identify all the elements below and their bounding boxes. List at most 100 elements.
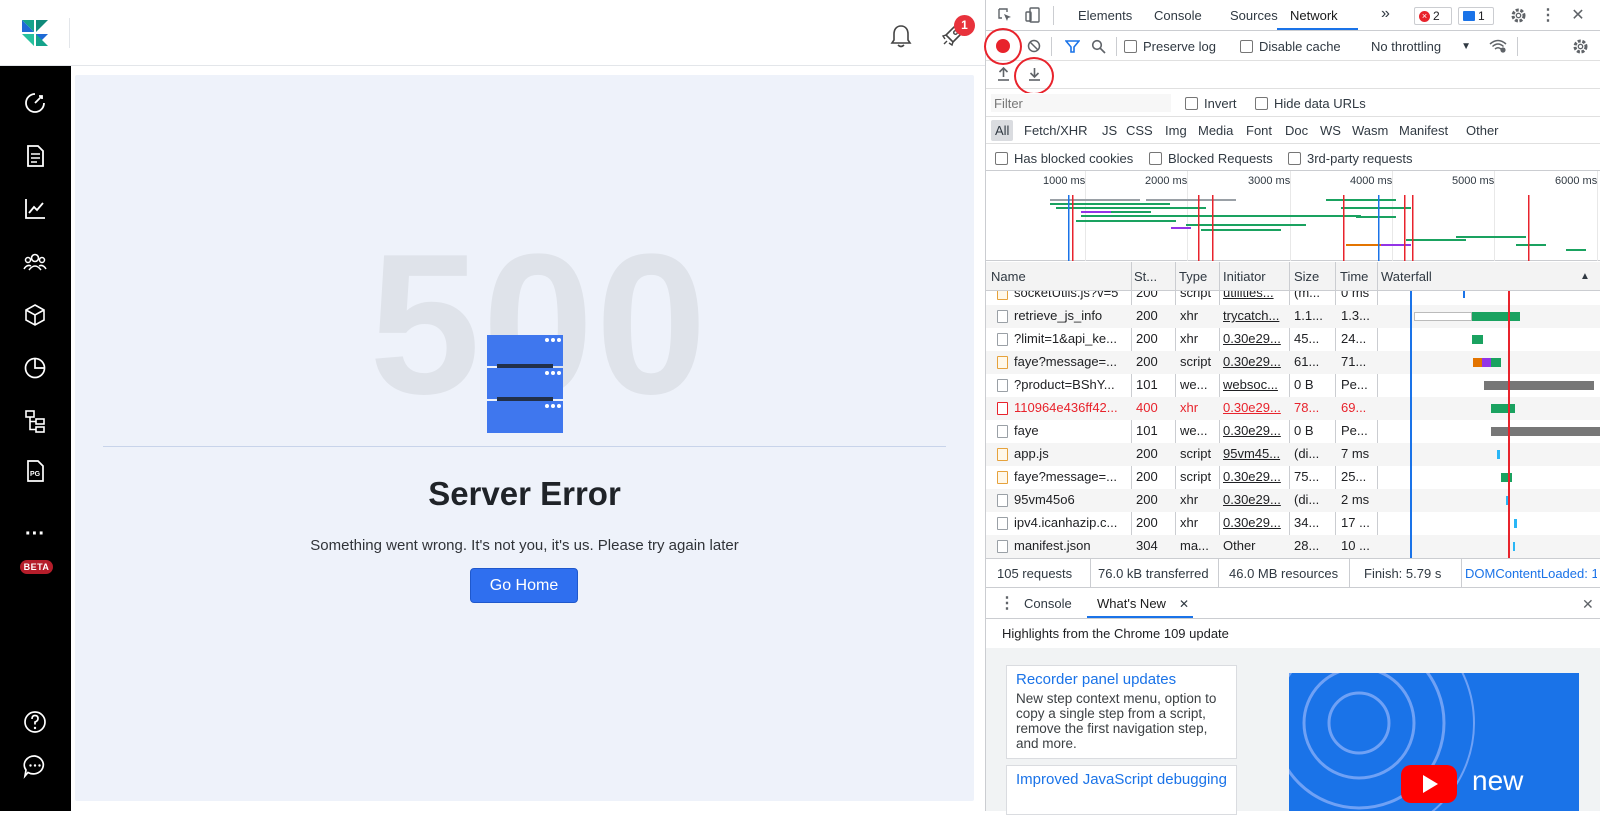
youtube-play-icon[interactable] <box>1401 765 1457 803</box>
preserve-log-checkbox[interactable]: Preserve log <box>1124 39 1216 54</box>
beta-badge: BETA <box>20 560 53 574</box>
type-filter-manifest[interactable]: Manifest <box>1399 123 1448 138</box>
blocked-requests-checkbox[interactable]: Blocked Requests <box>1149 151 1273 166</box>
overview-bars <box>1050 195 1586 261</box>
column-header-name[interactable]: Name <box>991 269 1026 284</box>
card-title[interactable]: Recorder panel updates <box>1016 671 1227 688</box>
request-initiator[interactable]: 0.30e29... <box>1223 354 1285 369</box>
kebab-menu-icon[interactable]: ⋮ <box>1539 6 1557 24</box>
tab-sources[interactable]: Sources <box>1230 8 1278 23</box>
divider <box>103 446 946 447</box>
tab-console[interactable]: Console <box>1154 8 1202 23</box>
disable-cache-checkbox[interactable]: Disable cache <box>1240 39 1341 54</box>
network-overview-timeline[interactable]: 1000 ms 2000 ms 3000 ms 4000 ms 5000 ms … <box>986 171 1600 261</box>
drawer-tab-console[interactable]: Console <box>1024 596 1072 611</box>
throttling-select[interactable]: No throttling ▼ <box>1371 39 1471 54</box>
request-initiator[interactable]: utilities... <box>1223 291 1285 300</box>
request-initiator[interactable]: trycatch... <box>1223 308 1285 323</box>
clear-icon[interactable] <box>1026 38 1042 54</box>
whats-new-card[interactable]: Recorder panel updates New step context … <box>1006 665 1237 759</box>
sort-ascending-icon[interactable]: ▲ <box>1580 271 1590 282</box>
device-toolbar-icon[interactable] <box>1024 6 1042 24</box>
notification-badge: 1 <box>954 15 975 36</box>
type-filter-all[interactable]: All <box>991 120 1014 141</box>
request-type: ma... <box>1180 538 1209 553</box>
type-filter-doc[interactable]: Doc <box>1285 123 1308 138</box>
pie-chart-icon[interactable] <box>20 353 50 383</box>
dashboard-icon[interactable] <box>20 88 50 118</box>
hide-data-urls-checkbox[interactable]: Hide data URLs <box>1255 96 1366 111</box>
error-icon: × <box>1419 10 1430 22</box>
type-filter-other[interactable]: Other <box>1466 123 1499 138</box>
column-header-status[interactable]: St... <box>1134 269 1157 284</box>
network-conditions-icon[interactable] <box>1489 38 1507 54</box>
cube-icon[interactable] <box>20 300 50 330</box>
script-file-icon <box>997 448 1008 461</box>
go-home-button[interactable]: Go Home <box>470 568 578 603</box>
chart-icon[interactable] <box>20 194 50 224</box>
has-blocked-cookies-checkbox[interactable]: Has blocked cookies <box>995 151 1133 166</box>
more-icon[interactable]: ··· <box>20 519 50 549</box>
invert-checkbox[interactable]: Invert <box>1185 96 1237 111</box>
more-tabs-chevron-icon[interactable]: » <box>1381 5 1390 23</box>
type-filter-js[interactable]: JS <box>1102 123 1117 138</box>
pdf-icon[interactable]: PG <box>20 456 50 486</box>
waterfall-bar <box>1463 291 1465 298</box>
request-size: 34... <box>1294 515 1320 530</box>
request-initiator[interactable]: 0.30e29... <box>1223 469 1285 484</box>
message-count-badge[interactable]: 1 <box>1458 7 1494 25</box>
close-devtools-icon[interactable]: ✕ <box>1569 6 1587 24</box>
column-header-type[interactable]: Type <box>1179 269 1207 284</box>
users-icon[interactable] <box>20 247 50 277</box>
hierarchy-icon[interactable] <box>20 406 50 436</box>
close-tab-icon[interactable]: ✕ <box>1179 597 1189 611</box>
type-filter-img[interactable]: Img <box>1165 123 1187 138</box>
network-settings-gear-icon[interactable] <box>1571 37 1589 55</box>
request-initiator[interactable]: 0.30e29... <box>1223 492 1285 507</box>
tab-network[interactable]: Network <box>1290 8 1338 23</box>
request-initiator[interactable]: 0.30e29... <box>1223 400 1285 415</box>
type-filter-ws[interactable]: WS <box>1320 123 1341 138</box>
card-title[interactable]: Improved JavaScript debugging <box>1016 771 1227 788</box>
request-initiator[interactable]: 0.30e29... <box>1223 331 1285 346</box>
request-initiator[interactable]: 0.30e29... <box>1223 423 1285 438</box>
help-icon[interactable] <box>20 707 50 737</box>
whats-new-card[interactable]: Improved JavaScript debugging <box>1006 765 1237 815</box>
request-time: 7 ms <box>1341 446 1370 461</box>
drawer-tab-whats-new[interactable]: What's New <box>1097 596 1166 611</box>
document-icon[interactable] <box>20 141 50 171</box>
filter-input[interactable]: Filter <box>990 93 1172 113</box>
type-filter-fetch-xhr[interactable]: Fetch/XHR <box>1024 123 1088 138</box>
close-drawer-icon[interactable]: ✕ <box>1582 596 1594 613</box>
request-initiator[interactable]: 95vm45... <box>1223 446 1285 461</box>
column-header-initiator[interactable]: Initiator <box>1223 269 1266 284</box>
filter-funnel-icon[interactable] <box>1064 38 1080 54</box>
column-header-waterfall[interactable]: Waterfall <box>1381 269 1432 284</box>
error-count-badge[interactable]: × 2 <box>1414 7 1452 25</box>
document-file-icon <box>997 540 1008 553</box>
chat-icon[interactable] <box>20 751 50 781</box>
request-initiator[interactable]: websoc... <box>1223 377 1285 392</box>
type-filter-css[interactable]: CSS <box>1126 123 1153 138</box>
type-filter-media[interactable]: Media <box>1198 123 1233 138</box>
tab-elements[interactable]: Elements <box>1078 8 1132 23</box>
search-icon[interactable] <box>1090 38 1106 54</box>
bell-icon[interactable] <box>890 24 912 48</box>
request-size: 61... <box>1294 354 1320 369</box>
import-har-icon[interactable] <box>995 66 1011 82</box>
resource-type-filters: All Fetch/XHR JS CSS Img Media Font Doc … <box>986 117 1600 144</box>
drawer-tab-bar: ⋮ Console What's New ✕ ✕ <box>986 589 1600 619</box>
brand-logo[interactable] <box>20 18 50 48</box>
third-party-checkbox[interactable]: 3rd-party requests <box>1288 151 1413 166</box>
settings-gear-icon[interactable] <box>1509 6 1527 24</box>
request-initiator[interactable]: Other <box>1223 538 1285 553</box>
column-header-time[interactable]: Time <box>1340 269 1368 284</box>
video-thumbnail[interactable]: new <box>1289 673 1579 811</box>
type-filter-wasm[interactable]: Wasm <box>1352 123 1388 138</box>
request-initiator[interactable]: 0.30e29... <box>1223 515 1285 530</box>
type-filter-font[interactable]: Font <box>1246 123 1272 138</box>
import-export-toolbar <box>986 57 1600 95</box>
column-header-size[interactable]: Size <box>1294 269 1319 284</box>
inspect-element-icon[interactable] <box>996 6 1014 24</box>
drawer-menu-icon[interactable]: ⋮ <box>999 593 1015 613</box>
